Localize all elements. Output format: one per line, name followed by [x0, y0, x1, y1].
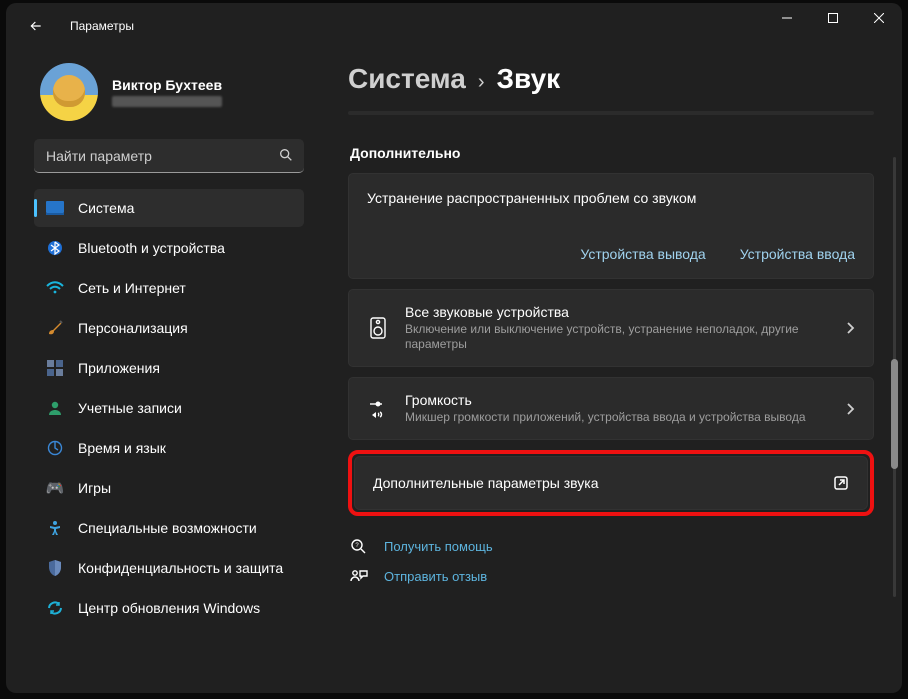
window-title: Параметры: [70, 19, 134, 33]
mixer-icon: [367, 400, 389, 418]
wifi-icon: [46, 279, 64, 297]
user-block[interactable]: Виктор Бухтеев: [18, 59, 304, 139]
nav-item-accounts[interactable]: Учетные записи: [34, 389, 304, 427]
nav-label: Персонализация: [78, 320, 188, 336]
nav-label: Центр обновления Windows: [78, 600, 260, 616]
chevron-right-icon: [845, 321, 855, 335]
gamepad-icon: 🎮: [46, 479, 64, 497]
troubleshoot-card: Устранение распространенных проблем со з…: [348, 173, 874, 279]
maximize-icon: [828, 13, 838, 23]
feedback-icon: [350, 568, 368, 584]
bluetooth-icon: [46, 239, 64, 257]
nav-label: Игры: [78, 480, 111, 496]
nav-label: Приложения: [78, 360, 160, 376]
arrow-left-icon: [28, 18, 44, 34]
nav-item-system[interactable]: Система: [34, 189, 304, 227]
search-icon: [278, 147, 294, 163]
chevron-right-icon: ›: [478, 71, 485, 94]
display-icon: [46, 199, 64, 217]
nav-item-network[interactable]: Сеть и Интернет: [34, 269, 304, 307]
highlight-box: Дополнительные параметры звука: [348, 450, 874, 516]
breadcrumb-current: Звук: [497, 63, 561, 95]
nav-item-bluetooth[interactable]: Bluetooth и устройства: [34, 229, 304, 267]
nav-item-apps[interactable]: Приложения: [34, 349, 304, 387]
globe-clock-icon: [46, 439, 64, 457]
avatar: [40, 63, 98, 121]
input-devices-link[interactable]: Устройства ввода: [740, 246, 855, 262]
nav-item-personalization[interactable]: Персонализация: [34, 309, 304, 347]
nav-label: Система: [78, 200, 134, 216]
accessibility-icon: [46, 519, 64, 537]
user-email: [112, 96, 222, 107]
nav-label: Конфиденциальность и защита: [78, 560, 283, 576]
open-external-icon: [833, 475, 849, 491]
close-button[interactable]: [856, 3, 902, 33]
shield-icon: [46, 559, 64, 577]
chevron-right-icon: [845, 402, 855, 416]
update-icon: [46, 599, 64, 617]
nav-item-time-language[interactable]: Время и язык: [34, 429, 304, 467]
nav-label: Учетные записи: [78, 400, 182, 416]
minimize-icon: [782, 13, 792, 23]
maximize-button[interactable]: [810, 3, 856, 33]
card-title: Громкость: [405, 392, 829, 408]
feedback-link[interactable]: Отправить отзыв: [350, 568, 874, 584]
account-icon: [46, 399, 64, 417]
user-name: Виктор Бухтеев: [112, 77, 222, 93]
nav-label: Сеть и Интернет: [78, 280, 186, 296]
brush-icon: [46, 319, 64, 337]
svg-text:?: ?: [355, 543, 359, 549]
apps-icon: [46, 359, 64, 377]
card-title: Дополнительные параметры звука: [373, 475, 833, 491]
section-label: Дополнительно: [350, 145, 874, 161]
all-devices-card[interactable]: Все звуковые устройства Включение или вы…: [348, 289, 874, 367]
sidebar: Виктор Бухтеев Система Bluetooth и устро…: [6, 49, 316, 693]
nav-label: Специальные возможности: [78, 520, 257, 536]
help-icon: ?: [350, 538, 368, 554]
card-title: Все звуковые устройства: [405, 304, 829, 320]
nav-list: Система Bluetooth и устройства Сеть и Ин…: [18, 189, 304, 627]
search-box[interactable]: [34, 139, 304, 173]
link-label: Получить помощь: [384, 539, 493, 554]
troubleshoot-title: Устранение распространенных проблем со з…: [367, 190, 855, 206]
close-icon: [874, 13, 884, 23]
divider: [348, 111, 874, 115]
breadcrumb: Система › Звук: [348, 63, 874, 95]
more-sound-settings-card[interactable]: Дополнительные параметры звука: [354, 456, 868, 510]
minimize-button[interactable]: [764, 3, 810, 33]
nav-item-privacy[interactable]: Конфиденциальность и защита: [34, 549, 304, 587]
link-label: Отправить отзыв: [384, 569, 487, 584]
nav-item-gaming[interactable]: 🎮 Игры: [34, 469, 304, 507]
card-desc: Включение или выключение устройств, устр…: [405, 322, 829, 352]
volume-mixer-card[interactable]: Громкость Микшер громкости приложений, у…: [348, 377, 874, 440]
nav-label: Время и язык: [78, 440, 166, 456]
get-help-link[interactable]: ? Получить помощь: [350, 538, 874, 554]
window-controls: [764, 3, 902, 33]
breadcrumb-parent[interactable]: Система: [348, 63, 466, 95]
scrollbar-thumb[interactable]: [891, 359, 898, 469]
help-links: ? Получить помощь Отправить отзыв: [348, 538, 874, 584]
back-button[interactable]: [20, 10, 52, 42]
speaker-icon: [367, 317, 389, 339]
card-desc: Микшер громкости приложений, устройства …: [405, 410, 829, 425]
titlebar: Параметры: [6, 3, 902, 49]
search-input[interactable]: [34, 139, 304, 173]
output-devices-link[interactable]: Устройства вывода: [580, 246, 705, 262]
nav-item-windows-update[interactable]: Центр обновления Windows: [34, 589, 304, 627]
nav-item-accessibility[interactable]: Специальные возможности: [34, 509, 304, 547]
main-panel: Система › Звук Дополнительно Устранение …: [316, 49, 902, 693]
nav-label: Bluetooth и устройства: [78, 240, 225, 256]
